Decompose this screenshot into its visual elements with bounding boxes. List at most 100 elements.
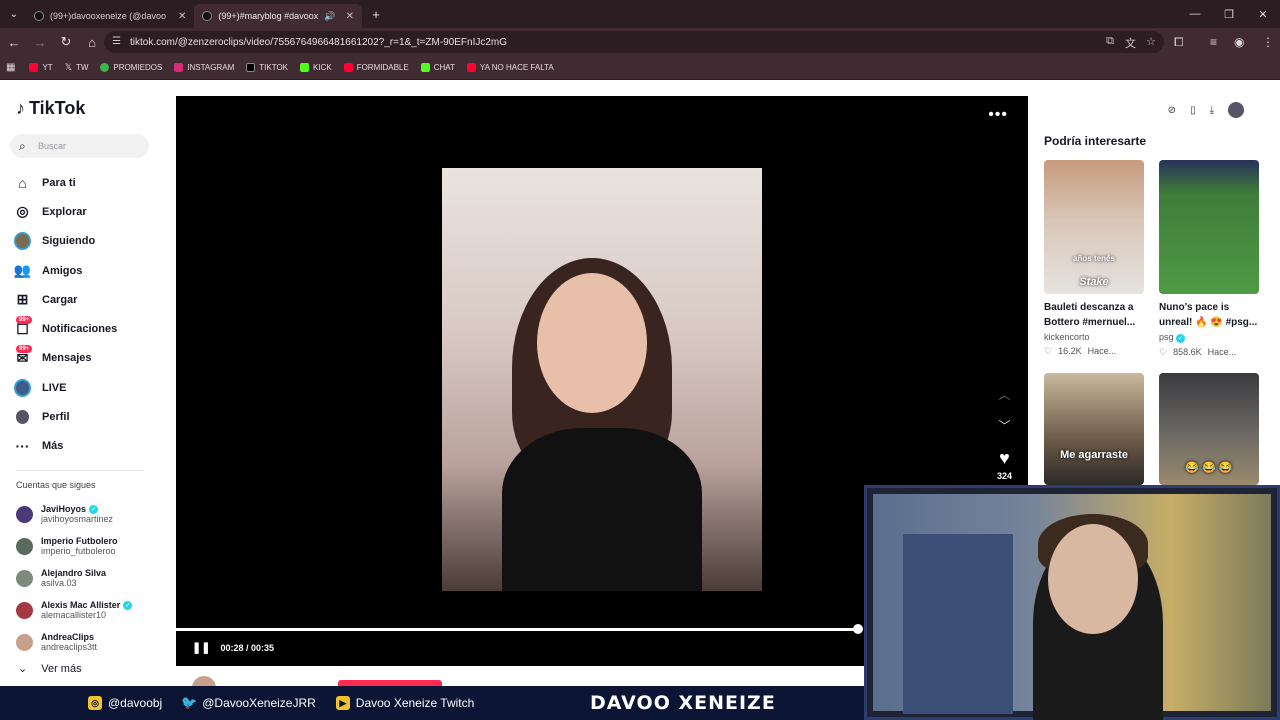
site-info-icon[interactable]: ☰: [112, 36, 121, 47]
device-icon[interactable]: ▯: [1190, 105, 1196, 116]
sidebar-item-siguiendo[interactable]: Siguiendo: [14, 227, 154, 256]
thumbnail-caption: años tenés: [1073, 254, 1115, 263]
bookmark-chat[interactable]: CHAT: [420, 63, 455, 72]
forward-icon[interactable]: →: [28, 30, 52, 54]
media-icon[interactable]: ≡: [1210, 28, 1217, 56]
notification-badge: 99+: [16, 344, 33, 353]
card-thumbnail: 😂 😂 😂: [1159, 373, 1259, 485]
card-time: Hace...: [1087, 346, 1117, 356]
recommended-card[interactable]: años tenés Stake Bauleti descanza a Bott…: [1044, 160, 1144, 357]
following-name: Alejandro Silva: [41, 568, 107, 578]
following-list: JaviHoyos ✓ javihoyosmartinez Imperio Futb…: [16, 498, 166, 658]
following-item[interactable]: AndreaClips andreaclips3tt: [16, 626, 166, 658]
video-progress-bar[interactable]: [176, 628, 858, 631]
restore-icon[interactable]: ❐: [1212, 0, 1246, 28]
menu-kebab-icon[interactable]: ⋮: [1262, 28, 1274, 56]
bookmark-tw[interactable]: 𝕏 TW: [65, 62, 89, 73]
bookmark-ya-no-hace-falta[interactable]: YA NO HACE FALTA: [466, 63, 554, 72]
avatar: [16, 505, 33, 523]
recommended-card[interactable]: 😂 😂 😂: [1159, 373, 1259, 485]
video-subject-face: [537, 273, 647, 413]
close-tab-icon[interactable]: ✕: [346, 11, 354, 22]
following-username: imperio_futboleroo: [41, 546, 116, 556]
following-item[interactable]: JaviHoyos ✓ javihoyosmartinez: [16, 498, 166, 530]
more-options-icon[interactable]: •••: [988, 106, 1008, 124]
following-avatar-icon: [14, 232, 31, 251]
install-icon[interactable]: ⧉: [1106, 35, 1114, 48]
browser-tab-1[interactable]: (99+)davooxeneize (@davoo ✕: [26, 4, 194, 28]
new-tab-icon[interactable]: +: [364, 2, 388, 26]
card-thumbnail: años tenés Stake: [1044, 160, 1144, 294]
bookmark-promiedos[interactable]: PROMIEDOS: [100, 63, 162, 72]
sidebar-item-mensajes[interactable]: ✉ 99+ Mensajes: [14, 344, 154, 373]
home-icon[interactable]: ⌂: [80, 30, 104, 54]
search-icon: ⌕: [19, 139, 26, 153]
audio-icon[interactable]: 🔊: [324, 11, 335, 22]
like-count: 324: [996, 471, 1012, 481]
bookmark-tiktok[interactable]: TIKTOK: [246, 63, 288, 72]
bookmark-kick[interactable]: KICK: [300, 63, 332, 72]
sidebar-item-explorar[interactable]: ◎ Explorar: [14, 197, 154, 226]
minimize-icon[interactable]: —: [1178, 0, 1212, 28]
recommended-card[interactable]: Me agarraste: [1044, 373, 1144, 485]
url-text: tiktok.com/@zenzeroclips/video/755676496…: [130, 36, 508, 48]
card-time: Hace...: [1207, 347, 1237, 357]
ver-mas-button[interactable]: ⌄ Ver más: [18, 662, 82, 676]
tiktok-favicon-icon: [34, 11, 44, 21]
tiktok-logo[interactable]: ♪ TikTok: [16, 98, 85, 119]
sidebar-item-label: Siguiendo: [42, 235, 96, 248]
sidebar-item-label: Explorar: [42, 205, 87, 218]
chevron-up-icon[interactable]: ︿: [998, 386, 1010, 403]
sidebar-item-perfil[interactable]: Perfil: [14, 402, 154, 431]
card-author-row: psg ✓: [1159, 332, 1259, 343]
close-window-icon[interactable]: ✕: [1246, 0, 1280, 28]
recommended-card[interactable]: Nuno’s pace is unreal! 🔥 😍 #psg... psg ✓…: [1159, 160, 1259, 358]
following-item[interactable]: Alexis Mac Allister ✓ alemacallister10: [16, 594, 166, 626]
card-title: Bauleti descanza a Bottero #mernuel...: [1044, 302, 1136, 328]
logo-text: TikTok: [29, 98, 86, 118]
bookmark-instagram[interactable]: INSTAGRAM: [174, 63, 234, 72]
card-title: Nuno’s pace is unreal! 🔥 😍 #psg...: [1159, 302, 1258, 328]
reload-icon[interactable]: ↻: [54, 30, 78, 54]
sidebar-item-cargar[interactable]: ⊞ Cargar: [14, 285, 154, 314]
download-icon[interactable]: ⤓: [1210, 105, 1214, 116]
pause-icon[interactable]: ❚❚: [192, 641, 210, 654]
following-name: JaviHoyos: [41, 504, 87, 514]
close-tab-icon[interactable]: ✕: [178, 11, 186, 22]
search-input[interactable]: ⌕ Buscar: [10, 134, 149, 158]
youtube-handle: ▶ Davoo Xeneize Twitch: [335, 696, 474, 710]
youtube-icon: [29, 63, 39, 72]
kick-icon: [420, 63, 430, 72]
bookmark-star-icon[interactable]: ☆: [1146, 35, 1156, 48]
avatar[interactable]: [1228, 102, 1244, 118]
progress-knob[interactable]: [853, 624, 863, 634]
instagram-icon: ◎: [88, 696, 102, 710]
sidebar-item-live[interactable]: LIVE: [14, 373, 154, 402]
heart-icon[interactable]: ♥: [999, 448, 1010, 469]
chevron-down-icon[interactable]: ﹀: [998, 417, 1010, 434]
autoplay-icon[interactable]: ⊘: [1168, 105, 1176, 116]
more-icon: ···: [15, 438, 30, 455]
sidebar-item-label: Más: [42, 440, 64, 453]
tab-title: (99+)davooxeneize (@davoo: [50, 11, 166, 21]
back-icon[interactable]: ←: [2, 30, 26, 54]
sidebar-item-notificaciones[interactable]: ☐ 99+ Notificaciones: [14, 314, 154, 343]
browser-tab-2[interactable]: (99+)#maryblog #davooxe 🔊 ✕: [194, 4, 362, 28]
tab-title: (99+)#maryblog #davooxe: [218, 11, 319, 21]
sidebar-item-amigos[interactable]: 👥 Amigos: [14, 256, 154, 285]
bookmark-formidable[interactable]: FORMIDABLE: [343, 63, 409, 72]
browser-tabstrip: ⌄ (99+)davooxeneize (@davoo ✕ (99+)#mary…: [0, 0, 1280, 28]
sidebar-item-para-ti[interactable]: ⌂ Para ti: [14, 168, 154, 197]
following-item[interactable]: Alejandro Silva asilva.03: [16, 562, 166, 594]
tab-search-icon[interactable]: ⌄: [2, 2, 26, 26]
sidebar-item-mas[interactable]: ··· Más: [14, 432, 154, 461]
streamer-webcam: [864, 485, 1280, 720]
avatar: [16, 633, 33, 651]
profile-avatar-icon[interactable]: ◉: [1234, 28, 1244, 56]
apps-grid-icon[interactable]: ▦: [6, 62, 15, 73]
address-bar[interactable]: ☰ tiktok.com/@zenzeroclips/video/7556764…: [104, 31, 1164, 53]
following-item[interactable]: Imperio Futbolero imperio_futboleroo: [16, 530, 166, 562]
translate-icon[interactable]: 文: [1125, 35, 1136, 51]
bookmark-yt[interactable]: YT: [29, 63, 53, 72]
extensions-icon[interactable]: ⧠: [1174, 28, 1184, 56]
